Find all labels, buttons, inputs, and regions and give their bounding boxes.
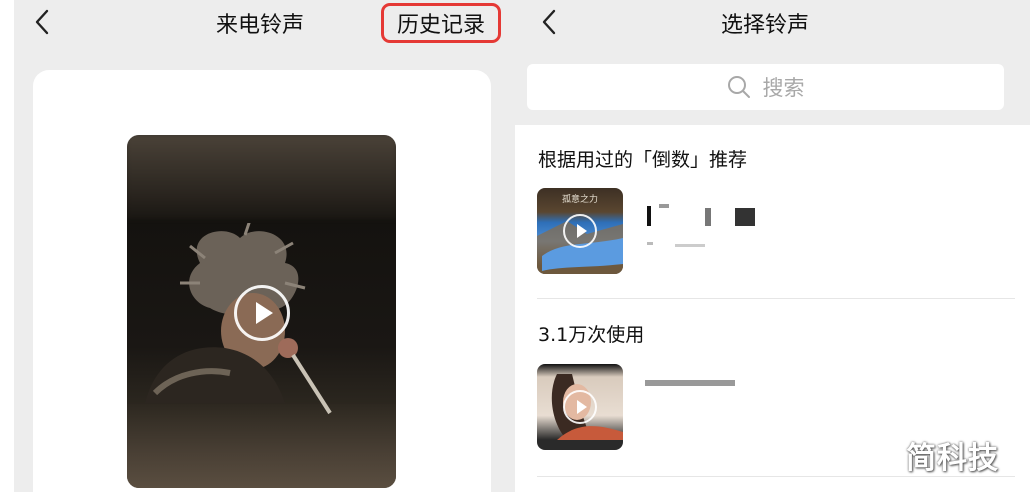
search-placeholder: 搜索 [762, 76, 805, 100]
ringtone-title-blurred [645, 380, 735, 386]
ringtone-title-blurred [647, 204, 755, 247]
thumbnail-caption: 孤意之力 [561, 195, 598, 205]
watermark: 简科技 [906, 441, 999, 476]
history-button[interactable]: 历史记录 [381, 3, 501, 43]
ringtone-thumbnail[interactable]: 孤意之力 [537, 188, 623, 274]
choose-ringtone-screen: 选择铃声 搜索 根据用过的「倒数」推荐 孤意之力 3.1万次使用 [515, 0, 1030, 492]
play-icon[interactable] [234, 285, 290, 341]
play-icon[interactable] [563, 214, 597, 248]
page-title: 选择铃声 [720, 13, 809, 38]
search-icon [727, 76, 750, 98]
microphone-image [278, 338, 332, 415]
list-divider [537, 298, 1015, 299]
video-blur-bottom [127, 404, 396, 488]
play-icon[interactable] [563, 390, 597, 424]
section-heading-recommended: 根据用过的「倒数」推荐 [538, 149, 748, 171]
search-input[interactable]: 搜索 [527, 64, 1004, 110]
ringtone-thumbnail[interactable] [537, 364, 623, 450]
left-edge-strip [0, 0, 14, 492]
ringtone-screen: 来电铃声 历史记录 [0, 0, 515, 492]
video-blur-top [127, 135, 396, 219]
section-heading-usage: 3.1万次使用 [538, 324, 645, 346]
